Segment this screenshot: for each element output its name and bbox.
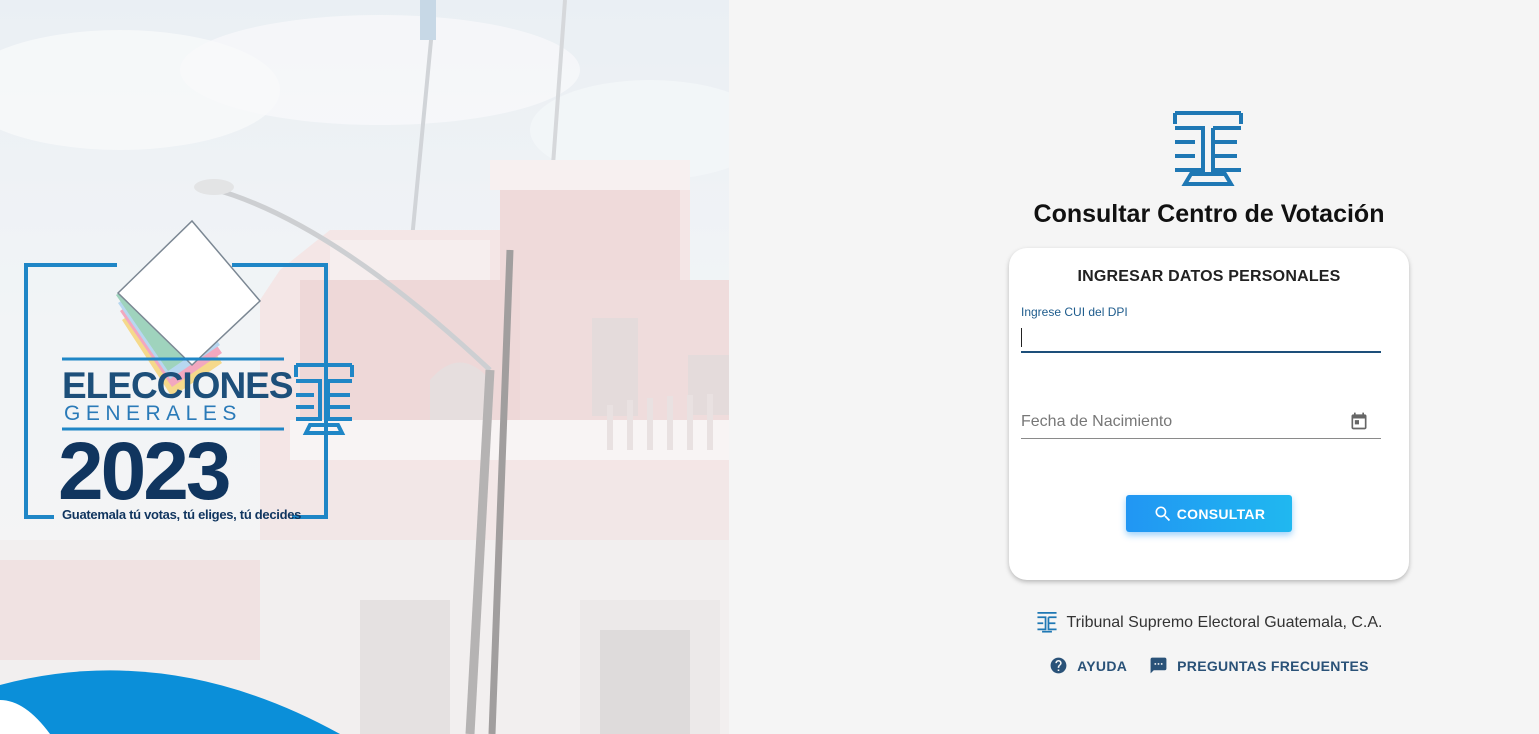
faq-link-label: PREGUNTAS FRECUENTES — [1177, 657, 1369, 674]
elecciones-generales-2023-logo: ELECCIONES GENERALES 2023 Guatemala tú v… — [22, 215, 367, 530]
help-circle-icon — [1050, 657, 1067, 674]
consultar-button-label: CONSULTAR — [1176, 505, 1266, 522]
hero-panel: ELECCIONES GENERALES 2023 Guatemala tú v… — [0, 0, 729, 734]
tse-small-logo-icon — [1036, 612, 1057, 633]
page-title: Consultar Centro de Votación — [1033, 200, 1385, 228]
cui-input[interactable] — [1021, 323, 1381, 353]
cui-field: Ingrese CUI del DPI — [1021, 305, 1381, 353]
consultar-button[interactable]: CONSULTAR — [1126, 495, 1292, 532]
footer-organization: Tribunal Supremo Electoral Guatemala, C.… — [1029, 612, 1389, 634]
help-link-label: AYUDA — [1077, 657, 1128, 674]
birthdate-placeholder: Fecha de Nacimiento — [1021, 413, 1173, 430]
hero-title-line1: ELECCIONES — [62, 365, 294, 406]
login-panel: Consultar Centro de Votación INGRESAR DA… — [729, 0, 1539, 734]
birthdate-field[interactable]: Fecha de Nacimiento — [1021, 403, 1381, 439]
hero-title-line2: GENERALES — [64, 402, 242, 425]
search-icon — [1155, 506, 1170, 521]
hero-year: 2023 — [58, 426, 231, 517]
faq-link[interactable]: PREGUNTAS FRECUENTES — [1149, 656, 1369, 675]
calendar-icon[interactable] — [1349, 411, 1369, 431]
tse-logo-icon — [1173, 111, 1243, 186]
personal-data-card: INGRESAR DATOS PERSONALES Ingrese CUI de… — [1009, 248, 1409, 580]
footer-organization-name: Tribunal Supremo Electoral Guatemala, C.… — [1066, 614, 1383, 631]
chat-icon — [1150, 657, 1167, 674]
help-link[interactable]: AYUDA — [1049, 656, 1127, 675]
cui-field-label: Ingrese CUI del DPI — [1021, 305, 1128, 319]
footer-links: AYUDA PREGUNTAS FRECUENTES — [1029, 656, 1389, 675]
card-heading: INGRESAR DATOS PERSONALES — [1077, 268, 1341, 285]
text-caret — [1021, 328, 1022, 347]
hero-slogan: Guatemala tú votas, tú eliges, tú decide… — [62, 507, 302, 522]
